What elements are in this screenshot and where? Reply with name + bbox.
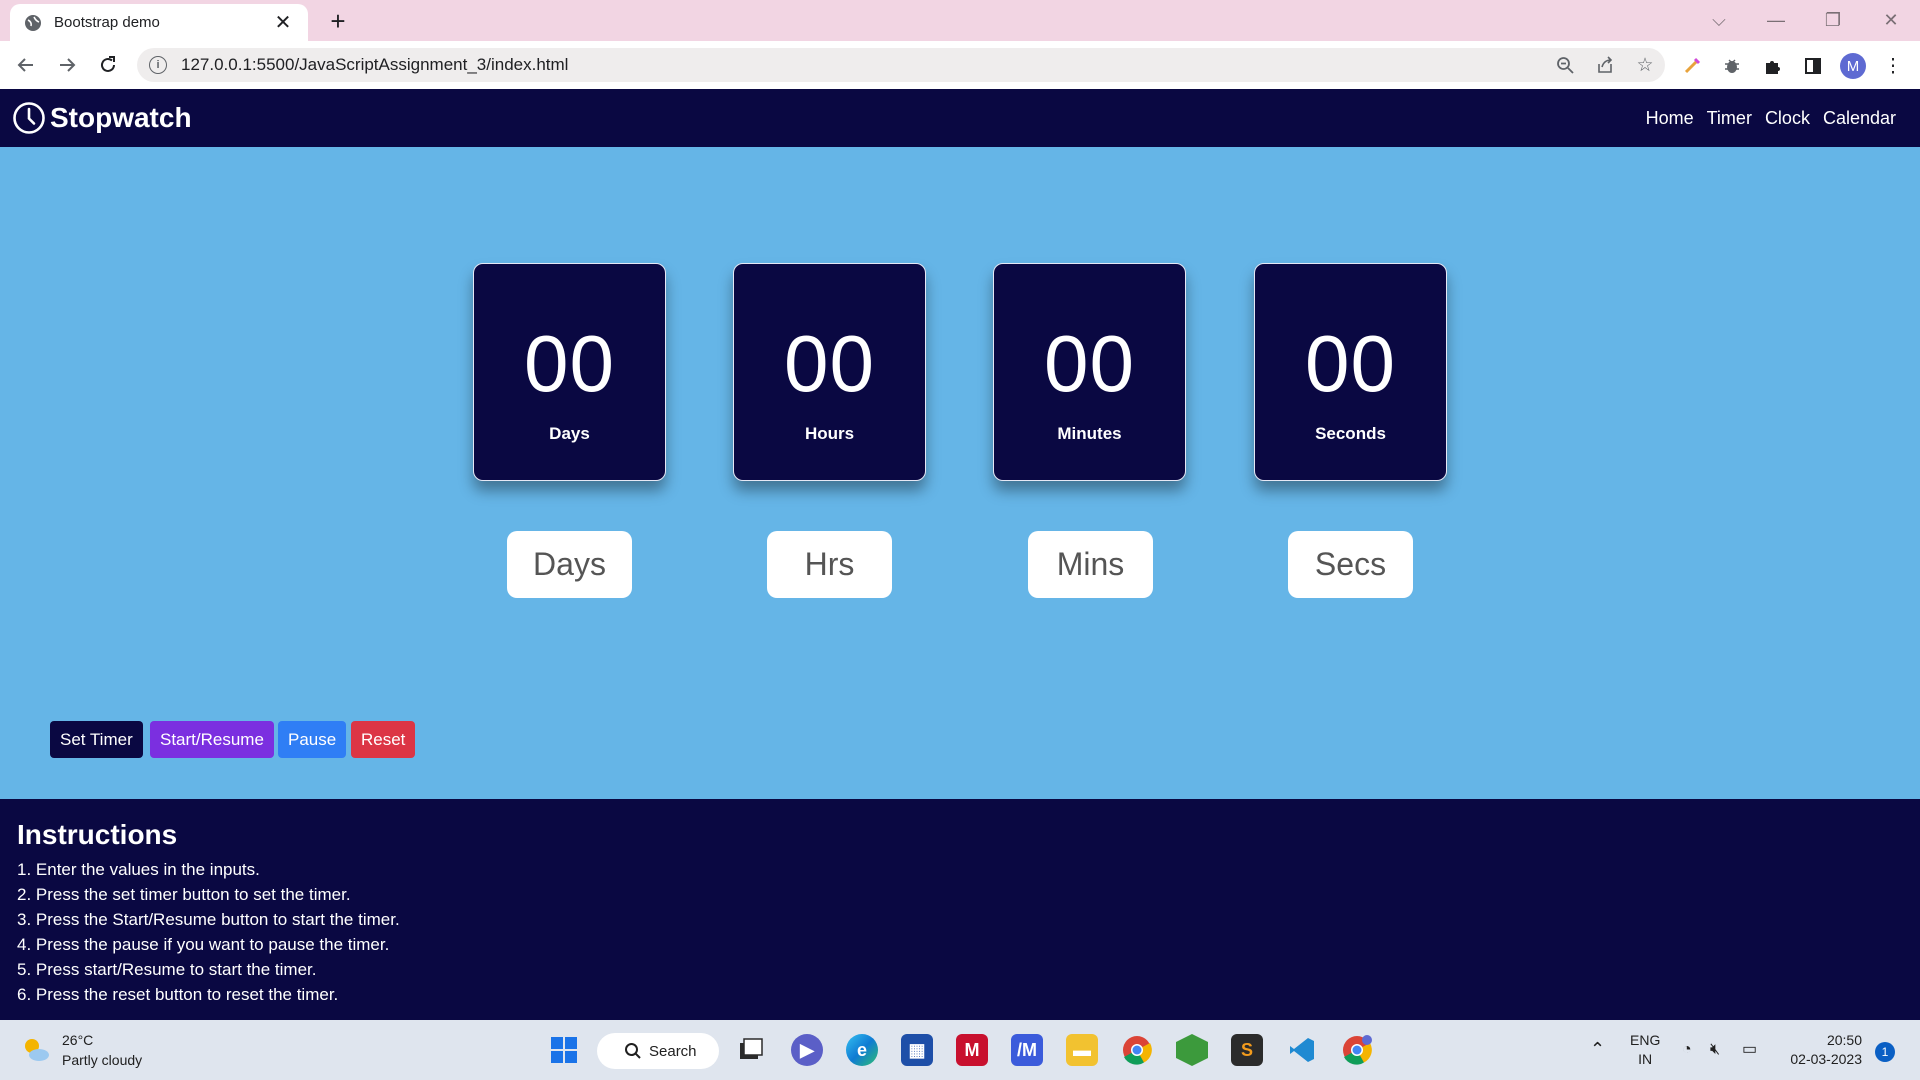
zoom-icon[interactable] (1545, 50, 1585, 80)
close-window-button[interactable]: ✕ (1876, 6, 1906, 34)
teams-chat-icon[interactable]: ▶ (791, 1034, 823, 1066)
seconds-card: 00 Seconds (1254, 263, 1447, 481)
wifi-icon[interactable]: ◔ (1682, 1040, 1692, 1059)
chrome-icon[interactable] (1121, 1034, 1153, 1066)
hours-value: 00 (784, 319, 875, 408)
back-button[interactable] (10, 49, 42, 81)
kebab-menu-icon[interactable]: ⋮ (1880, 53, 1906, 79)
windows-start-icon[interactable] (548, 1034, 580, 1066)
language-indicator[interactable]: ENG IN (1630, 1031, 1660, 1069)
reload-button[interactable] (92, 49, 124, 81)
instructions-title: Instructions (17, 819, 178, 850)
brand-name: Stopwatch (50, 102, 192, 133)
tab-search-icon[interactable]: ⌵ (1704, 6, 1734, 34)
instruction-step: 4. Press the pause if you want to pause … (17, 935, 390, 954)
color-picker-extension-icon[interactable] (1679, 53, 1705, 79)
minutes-input[interactable] (1028, 531, 1153, 598)
minutes-label: Minutes (1057, 424, 1122, 443)
clock-date: 02-03-2023 (1790, 1051, 1862, 1067)
timer-section: 00 Days 00 Hours 00 Minutes 00 Seconds S… (0, 147, 1920, 799)
globe-icon (24, 14, 42, 32)
site-navbar: Stopwatch Home Timer Clock Calendar (0, 89, 1920, 147)
notification-badge[interactable]: 1 (1875, 1042, 1895, 1062)
search-icon (625, 1043, 641, 1059)
hours-input[interactable] (767, 531, 892, 598)
minutes-value: 00 (1044, 319, 1135, 408)
partly-cloudy-icon (25, 1039, 49, 1061)
instruction-step: 2. Press the set timer button to set the… (17, 885, 351, 904)
instruction-step: 1. Enter the values in the inputs. (17, 860, 260, 879)
temperature: 26°C (62, 1032, 94, 1048)
minimize-button[interactable]: — (1761, 6, 1791, 34)
browser-tab[interactable]: Bootstrap demo ✕ (10, 4, 308, 41)
clock-time: 20:50 (1826, 1032, 1862, 1048)
nav-link-timer[interactable]: Timer (1707, 108, 1752, 129)
task-view-icon[interactable] (735, 1034, 767, 1066)
address-bar[interactable]: i 127.0.0.1:5500/JavaScriptAssignment_3/… (137, 48, 1665, 82)
brand[interactable]: Stopwatch (12, 101, 192, 135)
nav-link-calendar[interactable]: Calendar (1823, 108, 1896, 129)
reload-icon (101, 56, 115, 72)
browser-tab-strip: Bootstrap demo ✕ + ⌵ — ❐ ✕ (0, 0, 1920, 41)
close-tab-icon[interactable]: ✕ (272, 13, 294, 33)
pause-button[interactable]: Pause (278, 721, 347, 758)
language-code: ENG (1630, 1032, 1661, 1048)
chrome-profile-icon[interactable] (1341, 1034, 1373, 1066)
sublime-text-icon[interactable]: S (1231, 1034, 1263, 1066)
weather-condition: Partly cloudy (62, 1052, 143, 1068)
minutes-card: 00 Minutes (993, 263, 1186, 481)
days-label: Days (549, 424, 590, 443)
restore-button[interactable]: ❐ (1818, 6, 1848, 34)
instruction-step: 5. Press start/Resume to start the timer… (17, 960, 317, 979)
weather-widget[interactable]: 26°C Partly cloudy (20, 1030, 142, 1070)
microsoft-store-icon[interactable]: ▦ (901, 1034, 933, 1066)
browser-toolbar: i 127.0.0.1:5500/JavaScriptAssignment_3/… (0, 41, 1920, 89)
seconds-value: 00 (1305, 319, 1396, 408)
start-resume-button[interactable]: Start/Resume (150, 721, 274, 758)
chevron-up-icon[interactable]: ⌃ (1590, 1040, 1605, 1059)
battery-icon[interactable]: ▭ (1742, 1040, 1757, 1059)
bookmark-star-icon[interactable]: ☆ (1625, 50, 1665, 80)
taskbar-search-label: Search (649, 1042, 697, 1060)
days-input[interactable] (507, 531, 632, 598)
days-value: 00 (524, 319, 615, 408)
url-text[interactable]: 127.0.0.1:5500/JavaScriptAssignment_3/in… (181, 55, 1545, 75)
volume-muted-icon[interactable]: 🔇︎ (1710, 1040, 1720, 1059)
mcafee-icon[interactable]: M (956, 1034, 988, 1066)
forward-button[interactable] (51, 49, 83, 81)
edge-browser-icon[interactable]: e (846, 1034, 878, 1066)
instruction-step: 6. Press the reset button to reset the t… (17, 985, 339, 1004)
region-code: IN (1638, 1051, 1653, 1067)
site-info-icon[interactable]: i (149, 56, 167, 74)
arrow-right-icon (60, 58, 76, 72)
side-panel-icon[interactable] (1800, 53, 1826, 79)
share-icon[interactable] (1585, 50, 1625, 80)
nav-link-clock[interactable]: Clock (1765, 108, 1810, 129)
seconds-input[interactable] (1288, 531, 1413, 598)
instruction-step: 3. Press the Start/Resume button to star… (17, 910, 400, 929)
tab-title: Bootstrap demo (54, 14, 160, 31)
hours-card: 00 Hours (733, 263, 926, 481)
hours-label: Hours (804, 424, 855, 443)
vscode-icon[interactable] (1286, 1034, 1318, 1066)
taskbar-search[interactable]: Search (597, 1033, 719, 1069)
new-tab-button[interactable]: + (325, 6, 351, 36)
file-explorer-icon[interactable]: ▬ (1066, 1034, 1098, 1066)
windows-taskbar: 26°C Partly cloudy Search ▶ e ▦ M /M ▬ S… (0, 1020, 1920, 1080)
bug-extension-icon[interactable] (1719, 53, 1745, 79)
profile-avatar[interactable]: M (1840, 53, 1866, 79)
nav-links: Home Timer Clock Calendar (1646, 108, 1908, 129)
system-clock[interactable]: 20:50 02-03-2023 (1782, 1031, 1862, 1069)
reset-button[interactable]: Reset (351, 721, 416, 758)
instructions-section: Instructions 1. Enter the values in the … (0, 799, 1920, 1020)
days-card: 00 Days (473, 263, 666, 481)
extensions-puzzle-icon[interactable] (1760, 53, 1786, 79)
stocks-app-icon[interactable]: /M (1011, 1034, 1043, 1066)
nav-link-home[interactable]: Home (1646, 108, 1694, 129)
clock-icon (13, 102, 45, 134)
nodejs-icon[interactable] (1176, 1034, 1208, 1066)
seconds-label: Seconds (1315, 424, 1386, 443)
set-timer-button[interactable]: Set Timer (50, 721, 143, 758)
arrow-left-icon (17, 58, 33, 72)
